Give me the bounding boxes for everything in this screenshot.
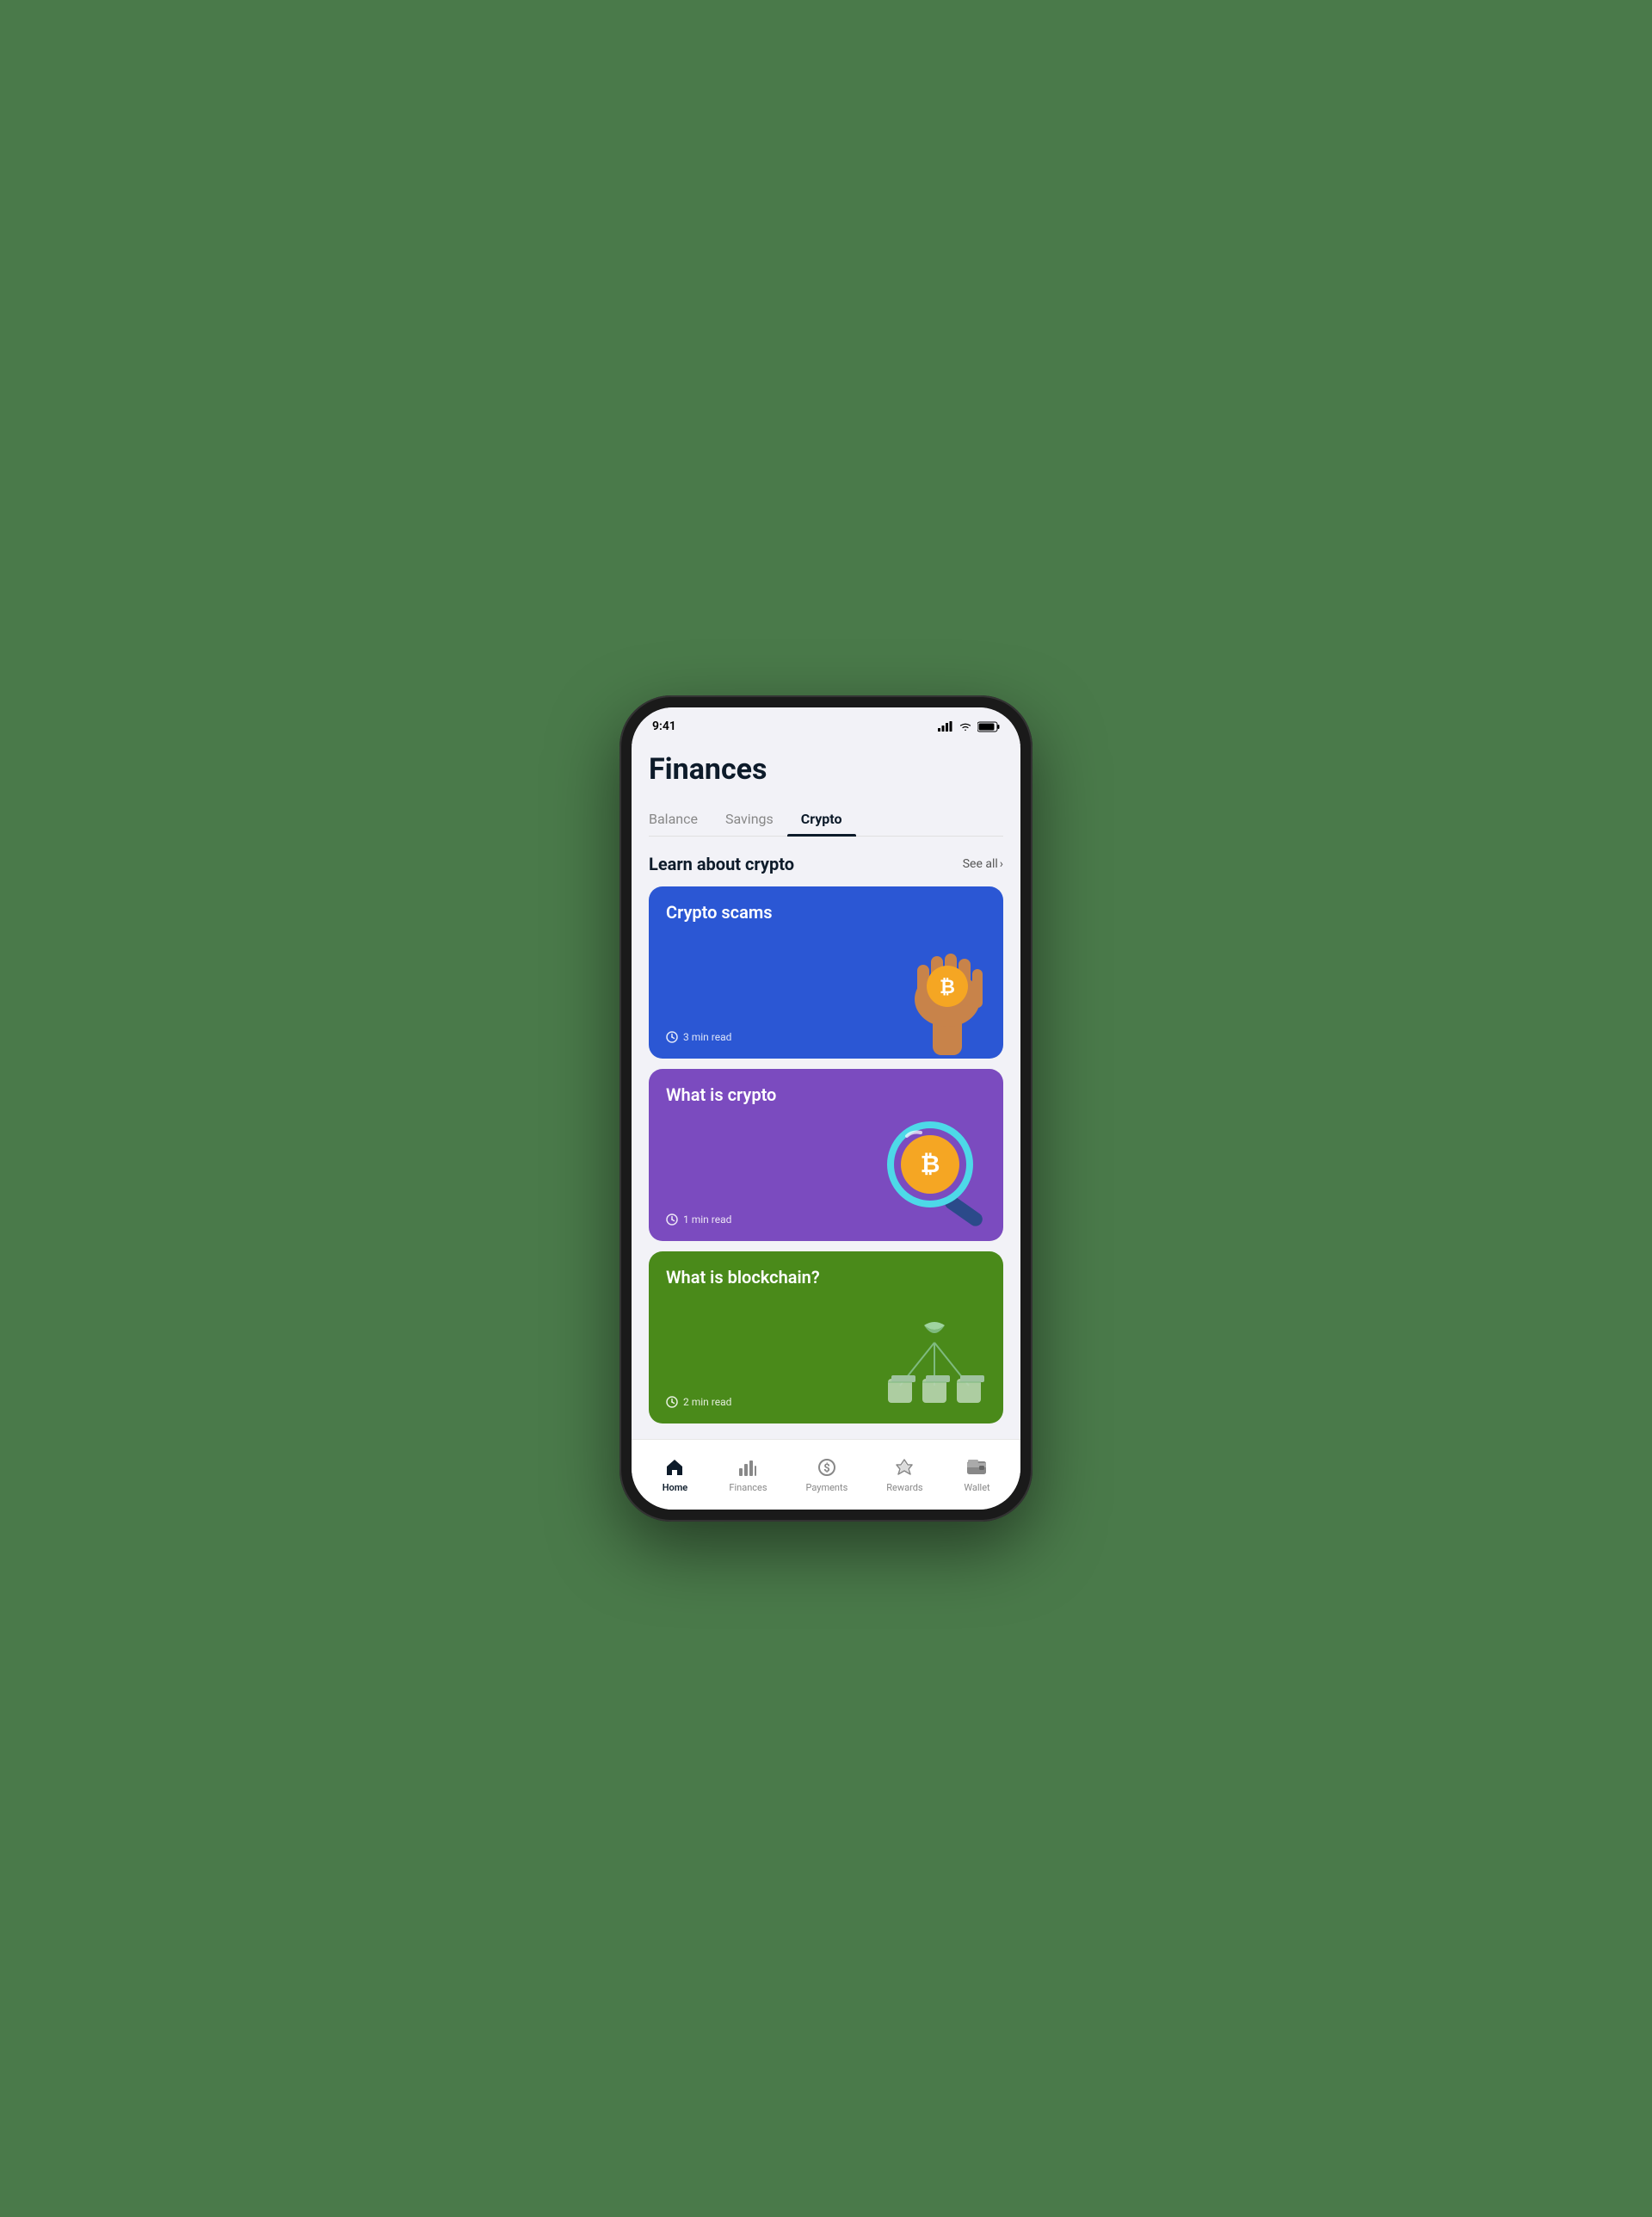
nav-label-wallet: Wallet [964,1482,989,1493]
wallet-icon [966,1456,989,1479]
illustration-blockchain [866,1317,1003,1423]
illustration-hand-btc: ₿ [891,909,1003,1059]
tab-savings[interactable]: Savings [712,804,787,836]
card-what-is-blockchain[interactable]: What is blockchain? 2 min read [649,1251,1003,1423]
svg-text:$: $ [823,1462,829,1475]
finances-icon [737,1456,759,1479]
clock-icon-3 [666,1396,678,1408]
scroll-content: Finances Balance Savings Crypto Learn ab… [632,745,1020,1439]
card-title-3: What is blockchain? [666,1267,858,1288]
card-title-2: What is crypto [666,1084,858,1105]
battery-icon [977,721,1000,732]
read-time-2: 1 min read [683,1213,731,1226]
nav-rewards[interactable]: Rewards [876,1451,933,1498]
status-icons [938,721,1000,732]
phone-screen: 9:41 [632,707,1020,1510]
status-time: 9:41 [652,719,676,733]
clock-icon-2 [666,1213,678,1226]
bottom-nav: Home Finances [632,1439,1020,1510]
rewards-icon [893,1456,915,1479]
home-icon [663,1456,686,1479]
read-time-1: 3 min read [683,1031,731,1043]
nav-label-finances: Finances [729,1482,767,1493]
payments-icon: $ [816,1456,838,1479]
signal-icon [938,721,953,732]
tab-crypto[interactable]: Crypto [787,804,856,836]
card-title-1: Crypto scams [666,902,858,923]
nav-label-home: Home [663,1482,688,1493]
cards-list: Crypto scams 3 min read [649,886,1003,1437]
phone-frame: 9:41 [620,695,1032,1522]
nav-wallet[interactable]: Wallet [952,1451,1003,1498]
card-crypto-scams[interactable]: Crypto scams 3 min read [649,886,1003,1059]
svg-text:₿: ₿ [921,1150,940,1178]
nav-finances[interactable]: Finances [718,1451,777,1498]
clock-icon-1 [666,1031,678,1043]
status-bar: 9:41 [632,707,1020,745]
nav-payments[interactable]: $ Payments [795,1451,858,1498]
nav-label-payments: Payments [805,1482,848,1493]
section-title: Learn about crypto [649,854,794,874]
svg-text:₿: ₿ [940,977,955,998]
nav-label-rewards: Rewards [886,1482,922,1493]
see-all-link[interactable]: See all › [963,857,1003,871]
illustration-magnify-btc: ₿ [874,1100,1003,1241]
wifi-icon [959,721,972,732]
section-header: Learn about crypto See all › [649,854,1003,874]
tabs-container: Balance Savings Crypto [649,804,1003,837]
read-time-3: 2 min read [683,1396,731,1408]
nav-home[interactable]: Home [649,1451,700,1498]
tab-balance[interactable]: Balance [649,804,712,836]
page-title: Finances [649,752,1003,787]
card-what-is-crypto[interactable]: What is crypto 1 min read [649,1069,1003,1241]
